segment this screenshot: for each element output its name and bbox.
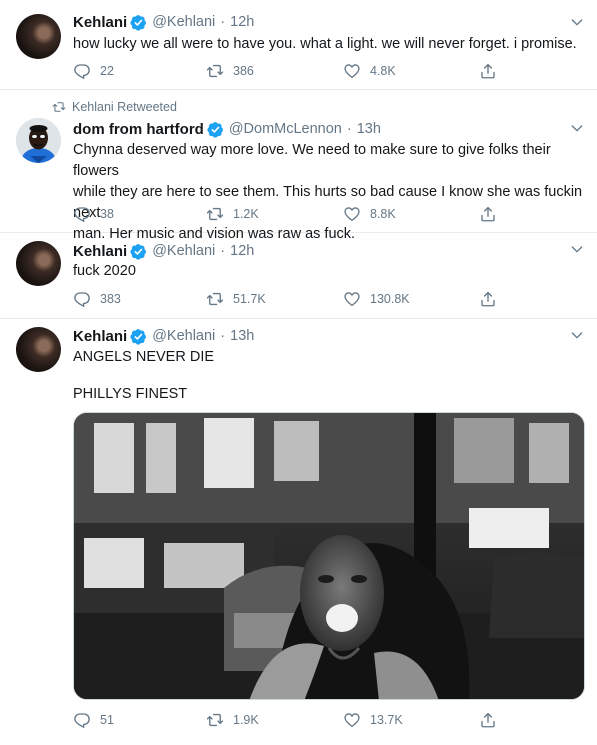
retweet-button[interactable]: 51.7K	[206, 289, 266, 309]
retweet-icon	[206, 711, 224, 729]
tweet-header: Kehlani @Kehlani · 12h	[73, 12, 254, 32]
author-name[interactable]: Kehlani	[73, 243, 127, 260]
heart-icon	[343, 62, 361, 80]
avatar[interactable]	[16, 241, 61, 286]
chevron-down-icon[interactable]	[569, 14, 585, 30]
retweeted-by[interactable]: Kehlani Retweeted	[52, 100, 177, 114]
tweet-actions: 38 1.2K 8.8K	[73, 204, 503, 224]
retweet-icon	[206, 290, 224, 308]
reply-count: 383	[100, 292, 121, 306]
like-button[interactable]: 13.7K	[343, 710, 403, 730]
reply-button[interactable]: 38	[73, 204, 114, 224]
tweet-text-gap	[73, 368, 583, 384]
tweet-actions: 51 1.9K 13.7K	[73, 710, 503, 730]
chevron-down-icon[interactable]	[569, 241, 585, 257]
retweet-icon	[206, 62, 224, 80]
tweet-actions: 22 386 4.8K	[73, 61, 503, 81]
chevron-down-icon[interactable]	[569, 327, 585, 343]
heart-icon	[343, 205, 361, 223]
tweet-header: Kehlani @Kehlani · 12h	[73, 241, 254, 261]
tweet-text-line: fuck 2020	[73, 263, 136, 279]
tweet-text-line: PHILLYS FINEST	[73, 386, 188, 402]
author-handle[interactable]: @DomMcLennon	[229, 121, 342, 137]
tweet[interactable]: Kehlani Retweeted dom from hartford @Dom…	[0, 90, 597, 242]
reply-icon	[73, 205, 91, 223]
heart-icon	[343, 711, 361, 729]
tweet-media-photo[interactable]	[73, 412, 585, 700]
share-icon	[479, 711, 497, 729]
share-icon	[479, 205, 497, 223]
photo-illustration	[74, 413, 584, 699]
tweet-text: Chynna deserved way more love. We need t…	[73, 140, 583, 245]
tweet-text-line: Chynna deserved way more love. We need t…	[73, 142, 551, 179]
retweet-button[interactable]: 1.9K	[206, 710, 259, 730]
retweeted-by-label: Kehlani Retweeted	[72, 100, 177, 114]
verified-badge-icon	[130, 243, 147, 260]
reply-icon	[73, 711, 91, 729]
separator-dot: ·	[220, 14, 226, 30]
avatar-illustration	[16, 118, 61, 163]
tweet-text-line: how lucky we all were to have you. what …	[73, 36, 577, 52]
share-button[interactable]	[479, 61, 497, 81]
like-button[interactable]: 8.8K	[343, 204, 396, 224]
avatar[interactable]	[16, 118, 61, 163]
tweet-text: how lucky we all were to have you. what …	[73, 34, 583, 55]
like-count: 130.8K	[370, 292, 410, 306]
timestamp[interactable]: 12h	[230, 243, 254, 259]
reply-icon	[73, 62, 91, 80]
timestamp[interactable]: 13h	[357, 121, 381, 137]
retweet-count: 51.7K	[233, 292, 266, 306]
reply-count: 38	[100, 207, 114, 221]
verified-badge-icon	[130, 328, 147, 345]
retweet-icon	[52, 100, 66, 114]
verified-badge-icon	[130, 14, 147, 31]
retweet-count: 1.2K	[233, 207, 259, 221]
tweet-text-line: ANGELS NEVER DIE	[73, 349, 215, 365]
heart-icon	[343, 290, 361, 308]
separator-dot: ·	[220, 243, 226, 259]
share-button[interactable]	[479, 204, 497, 224]
timestamp[interactable]: 13h	[230, 328, 254, 344]
tweet-text: fuck 2020	[73, 261, 583, 282]
tweet-header: Kehlani @Kehlani · 13h	[73, 326, 254, 346]
reply-button[interactable]: 383	[73, 289, 121, 309]
like-button[interactable]: 130.8K	[343, 289, 410, 309]
reply-count: 22	[100, 64, 114, 78]
author-name[interactable]: dom from hartford	[73, 121, 204, 138]
tweet[interactable]: Kehlani @Kehlani · 12h fuck 2020 383 51.…	[0, 233, 597, 319]
like-count: 8.8K	[370, 207, 396, 221]
share-icon	[479, 290, 497, 308]
share-button[interactable]	[479, 710, 497, 730]
author-name[interactable]: Kehlani	[73, 14, 127, 31]
retweet-icon	[206, 205, 224, 223]
tweet-actions: 383 51.7K 130.8K	[73, 289, 503, 309]
reply-count: 51	[100, 713, 114, 727]
tweet-header: dom from hartford @DomMcLennon · 13h	[73, 119, 381, 139]
retweet-count: 386	[233, 64, 254, 78]
separator-dot: ·	[220, 328, 226, 344]
reply-button[interactable]: 22	[73, 61, 114, 81]
separator-dot: ·	[346, 121, 352, 137]
reply-button[interactable]: 51	[73, 710, 114, 730]
avatar[interactable]	[16, 327, 61, 372]
reply-icon	[73, 290, 91, 308]
like-count: 4.8K	[370, 64, 396, 78]
like-count: 13.7K	[370, 713, 403, 727]
author-handle[interactable]: @Kehlani	[152, 14, 215, 30]
tweet[interactable]: Kehlani @Kehlani · 12h how lucky we all …	[0, 0, 597, 90]
retweet-button[interactable]: 1.2K	[206, 204, 259, 224]
author-name[interactable]: Kehlani	[73, 328, 127, 345]
like-button[interactable]: 4.8K	[343, 61, 396, 81]
share-button[interactable]	[479, 289, 497, 309]
tweet-text: ANGELS NEVER DIE PHILLYS FINEST	[73, 347, 583, 405]
retweet-count: 1.9K	[233, 713, 259, 727]
chevron-down-icon[interactable]	[569, 120, 585, 136]
retweet-button[interactable]: 386	[206, 61, 254, 81]
author-handle[interactable]: @Kehlani	[152, 243, 215, 259]
verified-badge-icon	[207, 121, 224, 138]
avatar[interactable]	[16, 14, 61, 59]
author-handle[interactable]: @Kehlani	[152, 328, 215, 344]
timestamp[interactable]: 12h	[230, 14, 254, 30]
share-icon	[479, 62, 497, 80]
